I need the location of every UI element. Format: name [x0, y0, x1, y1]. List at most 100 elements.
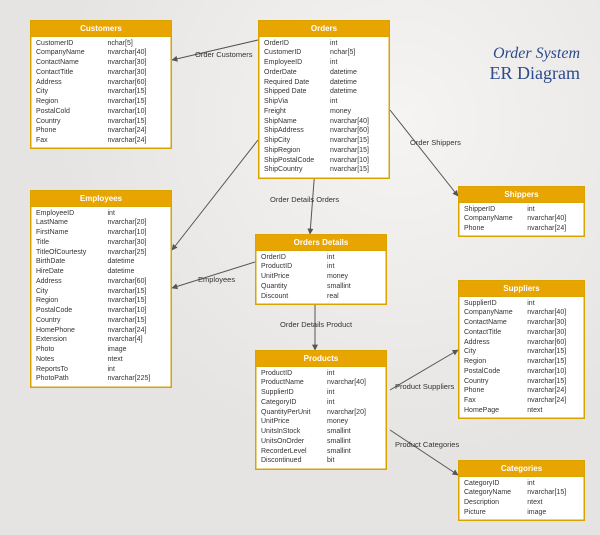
field-row: ProductIDint — [256, 369, 386, 379]
field-name: Phone — [464, 387, 527, 396]
field-name: FirstName — [36, 229, 108, 238]
entity-customers[interactable]: CustomersCustomerIDnchar[5]CompanyNamenv… — [30, 20, 172, 149]
field-row: SupplierIDint — [256, 389, 386, 399]
field-name: ReportsTo — [36, 366, 108, 375]
entity-products[interactable]: ProductsProductIDintProductNamenvarchar[… — [255, 350, 387, 470]
field-row: ShipAddressnvarchar[60] — [259, 127, 389, 137]
field-type: nvarchar[15] — [527, 348, 579, 357]
field-row: CompanyNamenvarchar[40] — [31, 49, 171, 59]
field-type: nvarchar[24] — [108, 327, 167, 336]
field-type: nchar[5] — [330, 49, 384, 58]
field-type: nvarchar[10] — [108, 108, 167, 117]
rel-employees: Employees — [198, 275, 235, 284]
field-row: Countrynvarchar[15] — [31, 117, 171, 127]
field-type: nvarchar[15] — [330, 166, 384, 175]
entity-header: Orders — [259, 21, 389, 37]
field-type: nvarchar[24] — [527, 387, 579, 396]
field-name: ProductID — [261, 263, 327, 272]
field-name: Region — [36, 98, 108, 107]
entity-suppliers[interactable]: SuppliersSupplierIDintCompanyNamenvarcha… — [458, 280, 585, 419]
field-name: CompanyName — [464, 215, 527, 224]
field-row: Countrynvarchar[15] — [459, 377, 584, 387]
field-type: ntext — [527, 407, 579, 416]
field-row: Phonenvarchar[24] — [459, 225, 584, 235]
field-type: nvarchar[10] — [108, 307, 167, 316]
field-name: ShipperID — [464, 206, 527, 215]
field-type: nvarchar[24] — [527, 225, 579, 234]
rel-product-suppliers: Product Suppliers — [395, 382, 454, 391]
field-name: Freight — [264, 108, 330, 117]
field-type: nvarchar[15] — [330, 137, 384, 146]
entity-fields: CustomerIDnchar[5]CompanyNamenvarchar[40… — [31, 37, 171, 148]
field-row: ReportsToint — [31, 365, 171, 375]
field-row: UnitPricemoney — [256, 418, 386, 428]
field-name: Required Date — [264, 79, 330, 88]
field-type: nvarchar[15] — [527, 489, 579, 498]
field-type: datetime — [108, 258, 167, 267]
field-type: smallint — [327, 428, 381, 437]
rel-order-shippers: Order Shippers — [410, 138, 461, 147]
field-row: Quantitysmallint — [256, 282, 386, 292]
field-row: TitleOfCourtestynvarchar[25] — [31, 248, 171, 258]
field-row: Required Datedatetime — [259, 78, 389, 88]
field-type: image — [108, 346, 167, 355]
diagram-title: Order System ER Diagram — [490, 45, 580, 84]
field-type: int — [327, 389, 381, 398]
field-name: CustomerID — [264, 49, 330, 58]
field-name: Region — [464, 358, 527, 367]
rel-order-customers: Order Customers — [195, 50, 253, 59]
field-name: EmployeeID — [264, 59, 330, 68]
field-row: Photoimage — [31, 346, 171, 356]
field-row: Faxnvarchar[24] — [459, 397, 584, 407]
field-type: nvarchar[15] — [330, 147, 384, 156]
field-row: ShipRegionnvarchar[15] — [259, 146, 389, 156]
entity-shippers[interactable]: ShippersShipperIDintCompanyNamenvarchar[… — [458, 186, 585, 237]
entity-fields: ShipperIDintCompanyNamenvarchar[40]Phone… — [459, 203, 584, 236]
field-name: ShipCountry — [264, 166, 330, 175]
field-row: UnitsOnOrdersmallint — [256, 437, 386, 447]
entity-orders[interactable]: OrdersOrderIDintCustomerIDnchar[5]Employ… — [258, 20, 390, 179]
field-row: PostalCodenvarchar[10] — [459, 367, 584, 377]
field-type: nvarchar[15] — [108, 118, 167, 127]
field-type: nvarchar[60] — [527, 339, 579, 348]
field-row: CompanyNamenvarchar[40] — [459, 309, 584, 319]
field-name: City — [36, 88, 108, 97]
entity-orders-details[interactable]: Orders DetailsOrderIDintProductIDintUnit… — [255, 234, 387, 305]
field-row: Regionnvarchar[15] — [459, 358, 584, 368]
entity-header: Categories — [459, 461, 584, 477]
entity-header: Products — [256, 351, 386, 367]
field-type: nvarchar[15] — [108, 88, 167, 97]
field-type: int — [330, 59, 384, 68]
field-row: Phonenvarchar[24] — [459, 387, 584, 397]
entity-employees[interactable]: EmployeesEmployeeIDintLastNamenvarchar[2… — [30, 190, 172, 388]
field-row: ContactNamenvarchar[30] — [31, 59, 171, 69]
entity-fields: OrderIDintProductIDintUnitPricemoneyQuan… — [256, 251, 386, 304]
field-row: LastNamenvarchar[20] — [31, 219, 171, 229]
entity-header: Employees — [31, 191, 171, 207]
field-row: ContactNamenvarchar[30] — [459, 319, 584, 329]
field-name: SupplierID — [464, 300, 527, 309]
field-row: HomePhonenvarchar[24] — [31, 326, 171, 336]
field-row: Shipped Datedatetime — [259, 88, 389, 98]
field-type: datetime — [108, 268, 167, 277]
field-name: CategoryName — [464, 489, 527, 498]
field-name: Notes — [36, 356, 108, 365]
field-name: ShipName — [264, 118, 330, 127]
field-type: image — [527, 509, 579, 518]
field-row: ContactTitlenvarchar[30] — [459, 328, 584, 338]
field-type: nvarchar[4] — [108, 336, 167, 345]
field-row: Addressnvarchar[60] — [459, 338, 584, 348]
field-row: EmployeeIDint — [259, 59, 389, 69]
field-type: smallint — [327, 448, 381, 457]
field-type: nvarchar[24] — [108, 137, 167, 146]
field-name: ProductID — [261, 370, 327, 379]
field-row: PostalCodenvarchar[10] — [31, 307, 171, 317]
field-row: HireDatedatetime — [31, 268, 171, 278]
title-line-1: Order System — [490, 45, 580, 63]
field-type: nvarchar[60] — [330, 127, 384, 136]
field-name: Quantity — [261, 283, 327, 292]
entity-header: Orders Details — [256, 235, 386, 251]
field-type: nvarchar[40] — [108, 49, 167, 58]
field-type: smallint — [327, 438, 381, 447]
entity-categories[interactable]: CategoriesCategoryIDintCategoryNamenvarc… — [458, 460, 585, 521]
